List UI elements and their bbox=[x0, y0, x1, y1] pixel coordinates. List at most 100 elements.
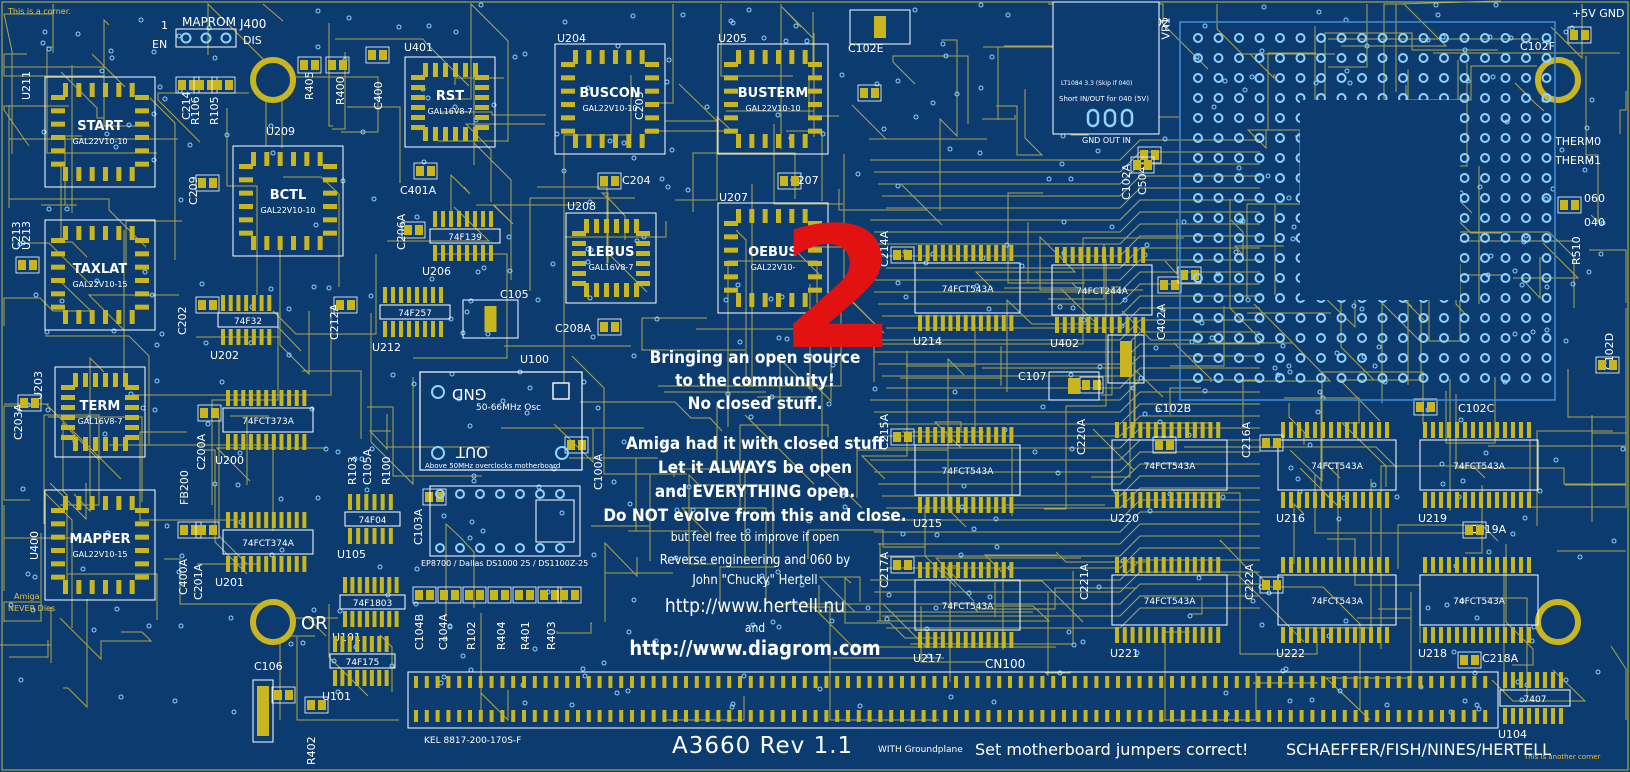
connector-pin bbox=[619, 676, 624, 688]
chip-pad bbox=[372, 494, 377, 510]
via bbox=[839, 72, 845, 78]
via bbox=[480, 528, 486, 534]
smd-pad bbox=[1460, 655, 1468, 665]
connector-pin bbox=[781, 676, 786, 688]
chip-pad bbox=[423, 321, 427, 337]
chip-pad bbox=[561, 115, 575, 121]
connector-pin bbox=[1029, 676, 1034, 688]
via bbox=[1344, 68, 1350, 74]
pga-pin bbox=[1193, 153, 1203, 163]
chip-pad bbox=[76, 580, 82, 594]
via bbox=[666, 57, 672, 63]
via bbox=[1187, 613, 1193, 619]
trace bbox=[68, 573, 158, 620]
chip-pad bbox=[1361, 422, 1365, 438]
chip-pad bbox=[103, 83, 108, 97]
via bbox=[1582, 167, 1588, 173]
chip-pad bbox=[1377, 627, 1381, 643]
chip-pad bbox=[1519, 492, 1523, 508]
via bbox=[994, 544, 1000, 550]
connector-pin bbox=[1278, 676, 1282, 688]
via bbox=[1559, 147, 1565, 153]
chip-pad bbox=[604, 219, 609, 233]
chip-pad bbox=[51, 521, 65, 527]
pga-pin bbox=[1275, 253, 1285, 263]
via bbox=[1483, 450, 1489, 456]
pga-pin bbox=[1275, 333, 1285, 343]
connector-pin bbox=[1321, 676, 1326, 688]
chip-pad bbox=[125, 395, 139, 400]
chip-pad bbox=[1094, 247, 1099, 263]
smd-pad bbox=[490, 590, 498, 600]
connector-pin bbox=[889, 676, 894, 688]
via bbox=[140, 405, 146, 411]
via bbox=[1005, 12, 1011, 18]
chip-pad bbox=[356, 494, 361, 510]
via bbox=[1290, 236, 1296, 242]
chip-pad bbox=[348, 528, 352, 544]
connector-pin bbox=[1440, 710, 1444, 722]
via bbox=[1153, 345, 1159, 351]
connector-pin bbox=[489, 676, 494, 688]
via bbox=[1460, 478, 1466, 484]
chip-pad bbox=[302, 390, 307, 406]
chip-pad bbox=[956, 427, 961, 443]
pga-pin bbox=[1500, 73, 1511, 83]
via bbox=[1620, 446, 1626, 452]
chip-pad bbox=[233, 556, 238, 572]
trace bbox=[281, 76, 379, 148]
pga-pin bbox=[1541, 293, 1552, 303]
connector-pin bbox=[910, 676, 915, 688]
via bbox=[377, 564, 383, 570]
via bbox=[977, 150, 983, 156]
connector-pin bbox=[543, 710, 548, 722]
pga-pin bbox=[1275, 193, 1285, 203]
connector-pin bbox=[414, 676, 418, 688]
via bbox=[1307, 442, 1313, 448]
via bbox=[33, 292, 39, 298]
connector-pin bbox=[1105, 710, 1110, 722]
chip-pad bbox=[971, 497, 976, 513]
connector-pin bbox=[1170, 710, 1174, 722]
smd-pad bbox=[225, 80, 233, 90]
pga-pin bbox=[1213, 93, 1224, 103]
pga-pin bbox=[1234, 153, 1244, 163]
chip-pad bbox=[925, 245, 930, 261]
pga-pin bbox=[1213, 333, 1224, 343]
connector-pin bbox=[835, 676, 840, 688]
chip-pad bbox=[586, 50, 592, 64]
via bbox=[1493, 2, 1499, 8]
connector-pin bbox=[759, 710, 764, 722]
pga-pin bbox=[1500, 353, 1511, 363]
ref-designator: THERM1 bbox=[1554, 154, 1601, 167]
chip-pad bbox=[323, 204, 337, 209]
chip-pad bbox=[1086, 317, 1091, 333]
connector-pin bbox=[900, 676, 904, 688]
chip-pad bbox=[1479, 557, 1483, 573]
chip-pad bbox=[103, 310, 108, 324]
pga-pin bbox=[1459, 33, 1470, 43]
chip-pad bbox=[1281, 492, 1285, 508]
connector-pin bbox=[1396, 676, 1401, 688]
pga-pin bbox=[1193, 293, 1203, 303]
connector-pin bbox=[673, 676, 678, 688]
chip-pad bbox=[1115, 422, 1119, 438]
chip-pad bbox=[940, 245, 945, 261]
pga-pin bbox=[1316, 333, 1326, 343]
via bbox=[142, 269, 148, 275]
chip-pad bbox=[433, 63, 438, 77]
chip-pad bbox=[1289, 557, 1293, 573]
chip-pad bbox=[1423, 492, 1427, 508]
chip-pad bbox=[362, 636, 367, 652]
chip-part: 74F139 bbox=[448, 233, 482, 243]
chip-pad bbox=[116, 496, 122, 510]
chip-pad bbox=[1153, 627, 1158, 643]
chip-pad bbox=[1503, 422, 1507, 438]
via bbox=[228, 615, 234, 621]
chip-pad bbox=[226, 390, 230, 406]
via bbox=[1376, 344, 1382, 350]
chip-pad bbox=[1177, 557, 1182, 573]
trace bbox=[1619, 91, 1627, 134]
connector-pin bbox=[662, 710, 667, 722]
connector-pin bbox=[532, 710, 537, 722]
